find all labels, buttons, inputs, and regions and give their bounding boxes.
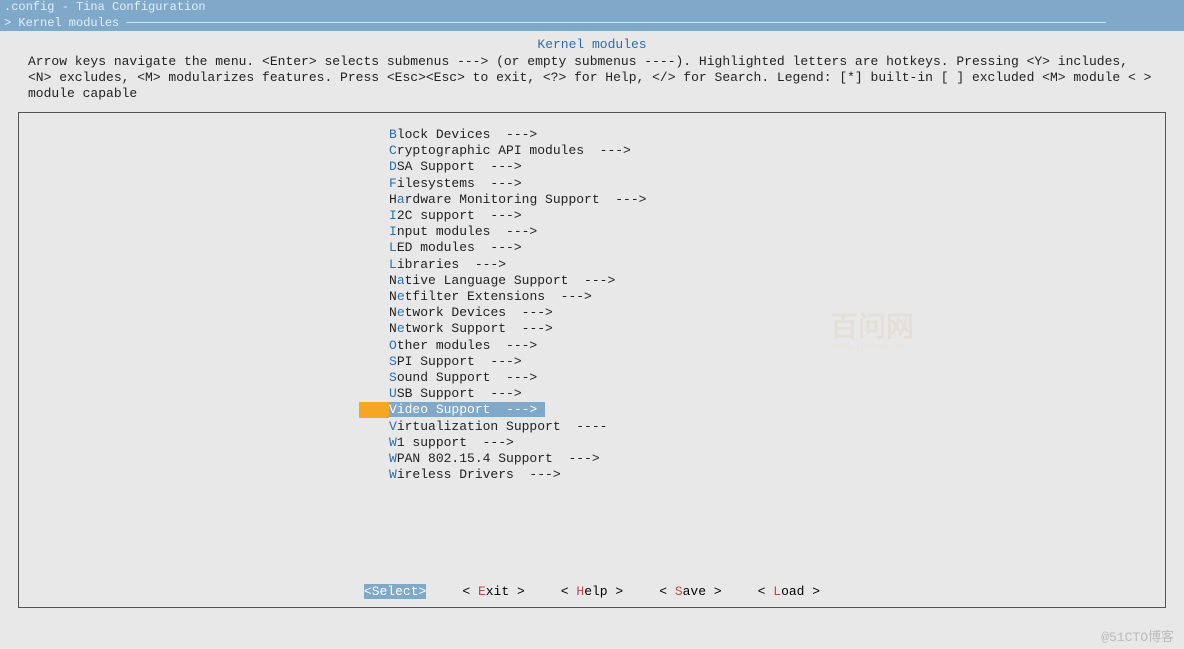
menu-list[interactable]: Block Devices --->Cryptographic API modu… <box>389 127 1165 483</box>
hotkey: O <box>389 338 397 353</box>
hotkey: a <box>397 192 405 207</box>
menu-item-0[interactable]: Block Devices ---> <box>389 127 1165 143</box>
hotkey: W <box>389 467 397 482</box>
hotkey: B <box>389 127 397 142</box>
menu-item-5[interactable]: I2C support ---> <box>389 208 1165 224</box>
menu-item-4[interactable]: Hardware Monitoring Support ---> <box>389 192 1165 208</box>
menu-item-18[interactable]: Virtualization Support ---- <box>389 419 1165 435</box>
hotkey: F <box>389 176 397 191</box>
instructions-text: Arrow keys navigate the menu. <Enter> se… <box>18 54 1166 108</box>
hotkey: L <box>389 257 397 272</box>
button-load[interactable]: < Load > <box>758 584 820 599</box>
hotkey: e <box>397 305 405 320</box>
menu-item-16[interactable]: USB Support ---> <box>389 386 1165 402</box>
menu-item-10[interactable]: Netfilter Extensions ---> <box>389 289 1165 305</box>
menu-item-19[interactable]: W1 support ---> <box>389 435 1165 451</box>
hotkey: C <box>389 143 397 158</box>
hotkey: V <box>389 419 397 434</box>
watermark-cto: @51CTO博客 <box>1101 626 1174 645</box>
menu-item-17[interactable]: Video Support ---> <box>389 402 1165 418</box>
menu-item-9[interactable]: Native Language Support ---> <box>389 273 1165 289</box>
hotkey: U <box>389 386 397 401</box>
button-select[interactable]: <Select> <box>364 584 426 599</box>
menu-item-1[interactable]: Cryptographic API modules ---> <box>389 143 1165 159</box>
hotkey: D <box>389 159 397 174</box>
menu-box: Block Devices --->Cryptographic API modu… <box>18 112 1166 608</box>
button-help[interactable]: < Help > <box>561 584 623 599</box>
menu-item-13[interactable]: Other modules ---> <box>389 338 1165 354</box>
breadcrumb: > Kernel modules ───────────────────────… <box>0 15 1184 31</box>
hotkey: e <box>397 289 405 304</box>
hotkey: L <box>389 240 397 255</box>
menu-item-2[interactable]: DSA Support ---> <box>389 159 1165 175</box>
menu-item-3[interactable]: Filesystems ---> <box>389 176 1165 192</box>
menu-item-12[interactable]: Network Support ---> <box>389 321 1165 337</box>
hotkey: I <box>389 224 397 239</box>
hotkey: W <box>389 451 397 466</box>
menu-item-21[interactable]: Wireless Drivers ---> <box>389 467 1165 483</box>
hotkey: a <box>397 273 405 288</box>
hotkey: e <box>397 321 405 336</box>
menu-item-14[interactable]: SPI Support ---> <box>389 354 1165 370</box>
window-titlebar: .config - Tina Configuration <box>0 0 1184 15</box>
config-area: Kernel modules Arrow keys navigate the m… <box>0 31 1184 608</box>
selection-marker <box>359 402 389 418</box>
hotkey: S <box>389 370 397 385</box>
hotkey: I <box>389 208 397 223</box>
menu-item-20[interactable]: WPAN 802.15.4 Support ---> <box>389 451 1165 467</box>
menu-item-8[interactable]: Libraries ---> <box>389 257 1165 273</box>
section-title: Kernel modules <box>18 37 1166 52</box>
hotkey: S <box>389 354 397 369</box>
button-save[interactable]: < Save > <box>659 584 721 599</box>
button-exit[interactable]: < Exit > <box>462 584 524 599</box>
menu-item-15[interactable]: Sound Support ---> <box>389 370 1165 386</box>
menu-item-6[interactable]: Input modules ---> <box>389 224 1165 240</box>
menu-item-11[interactable]: Network Devices ---> <box>389 305 1165 321</box>
menu-item-7[interactable]: LED modules ---> <box>389 240 1165 256</box>
button-row: <Select> < Exit > < Help > < Save > < Load > <box>19 584 1165 599</box>
hotkey: W <box>389 435 397 450</box>
